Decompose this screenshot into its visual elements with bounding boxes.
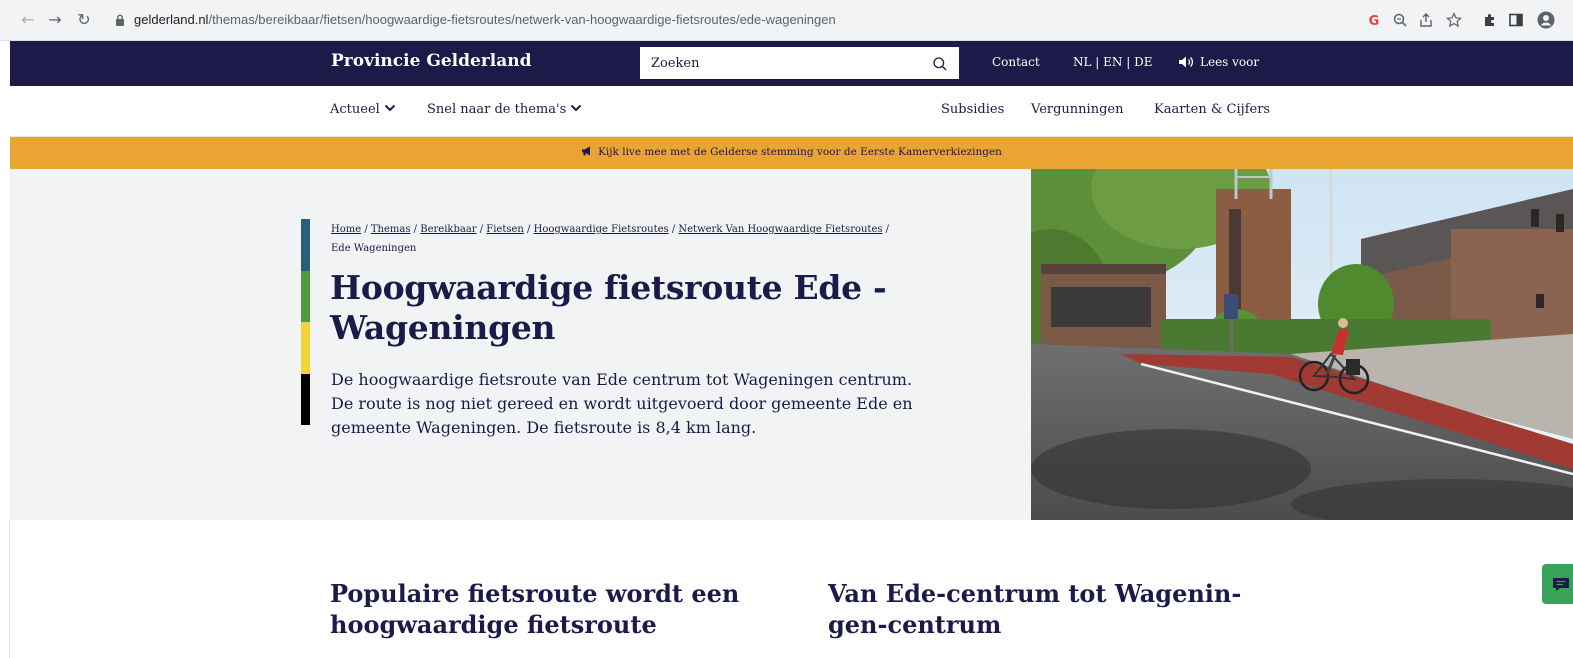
nav-vergunningen[interactable]: Vergunningen (1031, 102, 1123, 117)
bookmark-star-icon[interactable] (1446, 12, 1462, 28)
main-navigation: Actueel Snel naar de thema's Subsidies V… (10, 86, 1573, 137)
svg-text:G: G (1369, 14, 1380, 28)
nav-subsidies[interactable]: Subsidies (941, 102, 1004, 117)
chevron-down-icon (571, 104, 582, 112)
color-bar-segment (301, 373, 310, 425)
nav-themas-label: Snel naar de thema's (427, 102, 567, 117)
breadcrumb-fietsen[interactable]: Fietsen (486, 224, 524, 235)
lock-icon (116, 14, 124, 26)
sidebar-icon[interactable] (1508, 12, 1524, 28)
browser-toolbar: ← → ↻ gelderland.nl/themas/bereikbaar/fi… (0, 0, 1573, 41)
chat-icon (1553, 578, 1569, 591)
color-bar-segment (301, 219, 310, 271)
breadcrumb-current: Ede Wageningen (331, 243, 417, 254)
share-icon[interactable] (1418, 12, 1434, 28)
color-bar-segment (301, 322, 310, 374)
speaker-icon[interactable] (1178, 55, 1194, 69)
breadcrumb: Home / Themas / Bereikbaar / Fietsen / H… (331, 220, 891, 258)
megaphone-icon (582, 146, 591, 156)
language-switcher[interactable]: NL | EN | DE (1073, 55, 1152, 69)
intro-text: De hoogwaardige fietsroute van Ede centr… (331, 370, 913, 437)
breadcrumb-netwerk[interactable]: Netwerk Van Hoogwaardige Fietsroutes (678, 224, 882, 235)
back-button[interactable]: ← (18, 10, 38, 30)
nav-actueel-label: Actueel (330, 102, 380, 117)
hero-image (1031, 169, 1573, 520)
search-input[interactable] (640, 47, 920, 79)
breadcrumb-home[interactable]: Home (331, 224, 361, 235)
forward-button[interactable]: → (45, 10, 65, 30)
url-host: gelderland.nl (134, 12, 209, 27)
breadcrumb-separator: / (410, 224, 421, 235)
url-text: gelderland.nl/themas/bereikbaar/fietsen/… (134, 12, 836, 27)
extensions-icon[interactable] (1482, 12, 1498, 28)
provincial-color-bar (301, 219, 310, 425)
section-heading-left: Populaire fietsroute wordt een hoogwaard… (330, 579, 740, 639)
site-logo[interactable]: Provincie Gelderland (331, 51, 532, 71)
google-icon[interactable]: G (1366, 12, 1382, 28)
zoom-icon[interactable] (1392, 12, 1408, 28)
nav-actueel[interactable]: Actueel (330, 102, 396, 117)
color-bar-segment (301, 270, 310, 322)
site-topbar: Provincie Gelderland Contact NL | EN | D… (10, 41, 1573, 86)
feedback-button[interactable] (1542, 564, 1573, 604)
profile-icon[interactable] (1537, 11, 1555, 29)
breadcrumb-separator: / (361, 224, 371, 235)
page-title: Hoogwaardige fietsroute Ede - Wageningen (330, 268, 887, 347)
breadcrumb-bereikbaar[interactable]: Bereikbaar (420, 224, 476, 235)
address-bar[interactable]: gelderland.nl/themas/bereikbaar/fietsen/… (103, 6, 1393, 35)
contact-link[interactable]: Contact (992, 55, 1040, 69)
breadcrumb-separator: / (668, 224, 679, 235)
url-path: /themas/bereikbaar/fietsen/hoogwaardige-… (208, 12, 836, 27)
search-icon[interactable] (932, 56, 948, 72)
chevron-down-icon (384, 104, 396, 112)
breadcrumb-separator: / (523, 224, 534, 235)
breadcrumb-hoogwaardige[interactable]: Hoogwaardige Fietsroutes (534, 224, 669, 235)
banner-text: Kijk live mee met de Gelderse stemming v… (598, 146, 1002, 158)
announcement-banner[interactable]: Kijk live mee met de Gelderse stemming v… (10, 137, 1573, 169)
banner-content: Kijk live mee met de Gelderse stemming v… (581, 146, 1002, 158)
page-edge-line (9, 520, 10, 658)
read-aloud-button[interactable]: Lees voor (1200, 55, 1259, 69)
reload-button[interactable]: ↻ (74, 10, 94, 30)
breadcrumb-themas[interactable]: Themas (371, 224, 411, 235)
search-box (640, 47, 959, 79)
breadcrumb-separator: / (882, 224, 890, 235)
section-heading-right: Van Ede-centrum tot Wagenin-gen-centrum (828, 579, 1242, 639)
nav-kaarten[interactable]: Kaarten & Cijfers (1154, 102, 1270, 117)
breadcrumb-separator: / (476, 224, 487, 235)
nav-themas[interactable]: Snel naar de thema's (427, 102, 582, 117)
